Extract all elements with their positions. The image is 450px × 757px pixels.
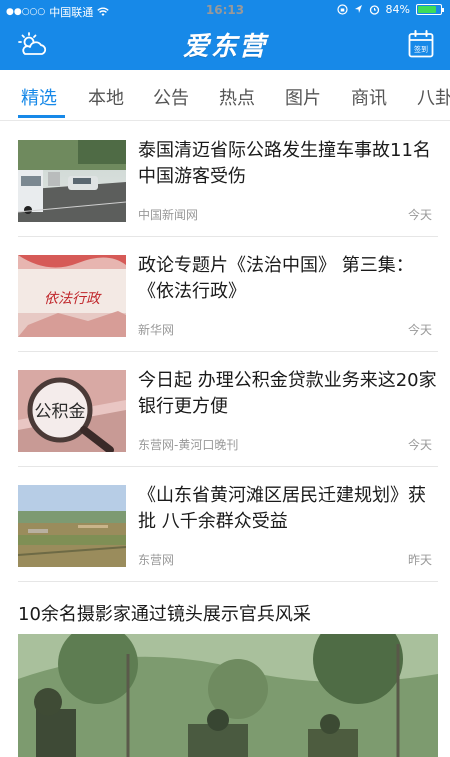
battery-icon — [416, 4, 444, 15]
location-icon — [354, 5, 362, 13]
thumb-caption: 依法行政 — [44, 291, 102, 307]
news-thumbnail: 公积金 — [18, 370, 126, 452]
tab-photos[interactable]: 图片 — [285, 84, 321, 118]
rotation-lock-icon — [336, 4, 348, 15]
news-item[interactable]: 公积金 今日起 办理公积金贷款业务来这20家银行更方便 东营网-黄河口晚刊 今天 — [0, 352, 450, 467]
news-time: 今天 — [407, 208, 432, 222]
tab-announcements[interactable]: 公告 — [153, 84, 189, 118]
tab-gossip[interactable]: 八卦 — [417, 84, 450, 118]
news-headline: 《山东省黄河滩区居民迁建规划》获批 八千余群众受益 — [138, 485, 426, 532]
battery-percent: 84% — [385, 3, 410, 16]
featured-image[interactable] — [18, 634, 438, 757]
tab-business[interactable]: 商讯 — [351, 84, 387, 118]
news-item[interactable]: 依法行政 政论专题片《法治中国》 第三集：《依法行政》 新华网 今天 — [0, 237, 450, 352]
news-time: 今天 — [407, 323, 432, 337]
news-source: 中国新闻网 — [138, 208, 199, 222]
news-thumbnail — [18, 140, 126, 222]
news-time: 今天 — [407, 438, 432, 452]
alarm-icon — [369, 5, 379, 15]
news-item[interactable]: 泰国清迈省际公路发生撞车事故11名中国游客受伤 中国新闻网 今天 — [0, 122, 450, 237]
category-tabs: 精选 本地 公告 热点 图片 商讯 八卦 — [0, 70, 450, 121]
news-source: 新华网 — [138, 323, 175, 337]
featured-headline[interactable]: 10余名摄影家通过镜头展示官兵风采 — [18, 600, 438, 626]
divider — [18, 581, 438, 582]
news-headline: 政论专题片《法治中国》 第三集：《依法行政》 — [138, 255, 414, 302]
news-thumbnail — [18, 485, 126, 567]
news-time: 昨天 — [407, 553, 432, 567]
calendar-signin-text: 签到 — [414, 45, 428, 54]
news-thumbnail: 依法行政 — [18, 255, 126, 337]
news-headline: 泰国清迈省际公路发生撞车事故11名中国游客受伤 — [138, 140, 431, 187]
status-bar: ●●○○○ 中国联通 16:13 84% — [0, 0, 450, 22]
tab-local[interactable]: 本地 — [88, 84, 124, 118]
tab-hot[interactable]: 热点 — [219, 84, 255, 118]
news-item[interactable]: 《山东省黄河滩区居民迁建规划》获批 八千余群众受益 东营网 昨天 — [0, 467, 450, 582]
active-tab-indicator — [18, 115, 65, 118]
news-source: 东营网 — [138, 553, 175, 567]
app-title: 爱东营 — [182, 32, 267, 62]
tab-featured[interactable]: 精选 — [21, 84, 57, 118]
app-header: ●●○○○ 中国联通 16:13 84% 爱东营 签到 — [0, 0, 450, 70]
news-source: 东营网-黄河口晚刊 — [138, 438, 239, 452]
calendar-signin-icon[interactable]: 签到 — [408, 30, 434, 58]
thumb-caption: 公积金 — [35, 402, 86, 422]
news-headline: 今日起 办理公积金贷款业务来这20家银行更方便 — [138, 370, 437, 417]
